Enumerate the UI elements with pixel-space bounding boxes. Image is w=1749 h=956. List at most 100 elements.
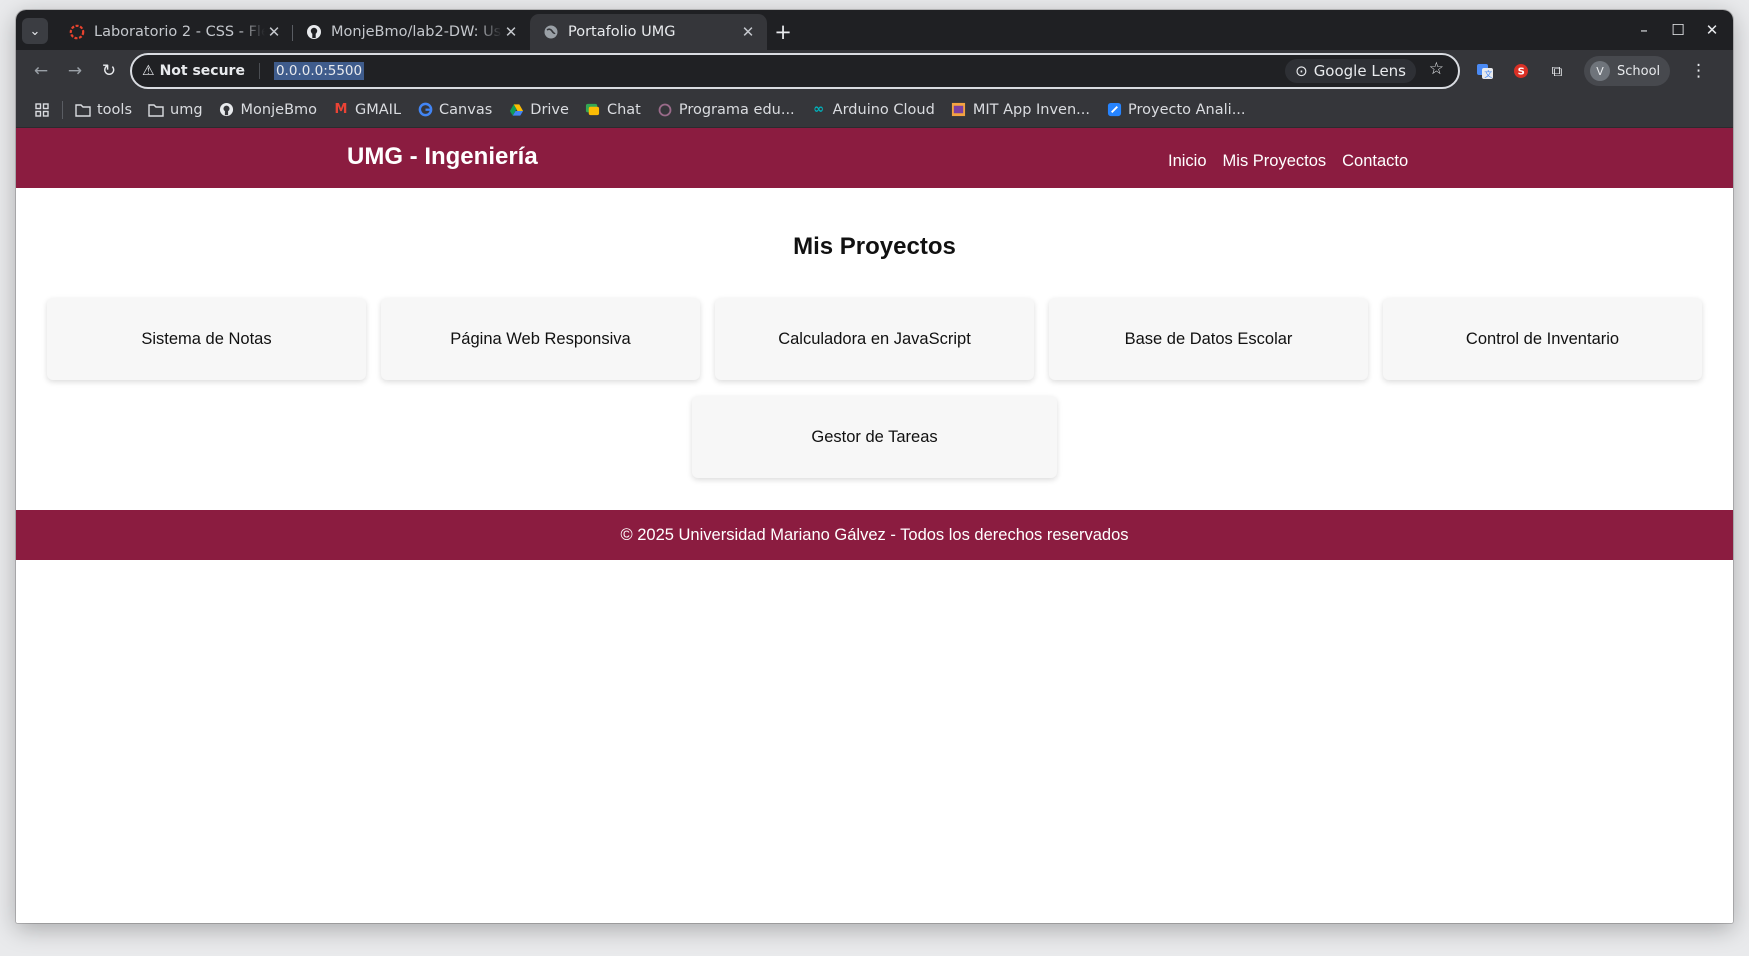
- tab-portafolio[interactable]: Portafolio UMG ✕: [530, 14, 767, 50]
- bookmark-monjebmo[interactable]: MonjeBmo: [211, 96, 325, 124]
- section-title: Mis Proyectos: [793, 233, 956, 260]
- tab-search-button[interactable]: ⌄: [22, 18, 48, 44]
- bookmark-proyecto[interactable]: Proyecto Anali...: [1098, 96, 1254, 124]
- bookmark-label: Arduino Cloud: [832, 101, 935, 118]
- extension-s-icon[interactable]: S: [1508, 58, 1534, 84]
- tab-laboratorio[interactable]: Laboratorio 2 - CSS - Flex ✕: [56, 14, 293, 50]
- project-card: Base de Datos Escolar: [1049, 298, 1368, 380]
- profile-label: School: [1617, 63, 1661, 79]
- bookmark-label: umg: [170, 101, 203, 118]
- arrow-left-icon: ←: [33, 61, 49, 81]
- page-viewport: UMG - Ingeniería Inicio Mis Proyectos Co…: [16, 128, 1733, 923]
- mit-icon: [951, 102, 967, 118]
- bookmark-tools[interactable]: tools: [67, 96, 140, 124]
- bookmark-umg[interactable]: umg: [140, 96, 211, 124]
- close-icon[interactable]: ✕: [265, 23, 283, 41]
- moodle-icon: [68, 24, 85, 41]
- tab-title: Laboratorio 2 - CSS - Flex: [94, 24, 265, 40]
- more-menu-icon[interactable]: ⋮: [1690, 61, 1707, 81]
- nav-link-contacto[interactable]: Contacto: [1342, 152, 1408, 171]
- github-icon: [305, 24, 322, 41]
- bookmark-label: MonjeBmo: [240, 101, 318, 118]
- browser-window: ⌄ Laboratorio 2 - CSS - Flex ✕ MonjeBmo/…: [16, 10, 1733, 923]
- extensions-puzzle-icon[interactable]: ⧉: [1544, 58, 1570, 84]
- bookmark-programa[interactable]: Programa edu...: [649, 96, 803, 124]
- security-label: Not secure: [159, 63, 245, 79]
- folder-icon: [75, 102, 91, 118]
- toolbar-actions: 文 S ⧉ V School ⋮: [1472, 56, 1707, 86]
- new-tab-button[interactable]: +: [767, 14, 799, 50]
- plus-icon: +: [774, 20, 792, 44]
- bookmark-star-icon[interactable]: ☆: [1429, 59, 1444, 79]
- chat-icon: [585, 102, 601, 118]
- site-header: UMG - Ingeniería Inicio Mis Proyectos Co…: [16, 128, 1733, 188]
- bookmark-label: Drive: [530, 101, 569, 118]
- bookmark-label: Proyecto Anali...: [1128, 101, 1246, 118]
- lens-label: Google Lens: [1313, 62, 1406, 80]
- back-button[interactable]: ←: [24, 54, 58, 88]
- project-card: Calculadora en JavaScript: [715, 298, 1034, 380]
- bookmark-canvas[interactable]: Canvas: [409, 96, 500, 124]
- avatar: V: [1590, 61, 1610, 81]
- arrow-right-icon: →: [67, 61, 83, 81]
- url-text[interactable]: 0.0.0.0:5500: [273, 62, 365, 80]
- nav-link-inicio[interactable]: Inicio: [1168, 152, 1207, 171]
- lens-icon: ⊙: [1295, 62, 1308, 80]
- close-window-icon[interactable]: ✕: [1697, 16, 1727, 44]
- site-footer: © 2025 Universidad Mariano Gálvez - Todo…: [16, 510, 1733, 560]
- projects-grid: Sistema de Notas Página Web Responsiva C…: [47, 298, 1702, 478]
- globe-icon: [542, 24, 559, 41]
- svg-text:文: 文: [1484, 69, 1492, 79]
- bookmark-drive[interactable]: Drive: [500, 96, 577, 124]
- profile-button[interactable]: V School: [1584, 56, 1671, 86]
- minimize-icon[interactable]: –: [1629, 16, 1659, 44]
- footer-text: © 2025 Universidad Mariano Gálvez - Todo…: [620, 525, 1129, 544]
- security-indicator[interactable]: ⚠ Not secure: [142, 63, 260, 79]
- warning-icon: ⚠: [142, 63, 155, 79]
- bookmark-label: GMAIL: [355, 101, 402, 118]
- tab-list: Laboratorio 2 - CSS - Flex ✕ MonjeBmo/la…: [56, 14, 799, 50]
- bookmark-label: tools: [97, 101, 133, 118]
- apps-grid-icon: [34, 102, 50, 118]
- address-bar[interactable]: ⚠ Not secure 0.0.0.0:5500 ⊙ Google Lens …: [130, 53, 1460, 89]
- bookmark-chat[interactable]: Chat: [577, 96, 649, 124]
- forward-button[interactable]: →: [58, 54, 92, 88]
- apps-button[interactable]: [26, 96, 58, 124]
- bookmark-label: Chat: [606, 101, 641, 118]
- folder-icon: [148, 102, 164, 118]
- bookmark-label: Programa edu...: [678, 101, 795, 118]
- project-card: Página Web Responsiva: [381, 298, 700, 380]
- svg-text:S: S: [1518, 67, 1525, 78]
- translate-icon[interactable]: 文: [1472, 58, 1498, 84]
- site-title: UMG - Ingeniería: [347, 143, 538, 170]
- project-card: Control de Inventario: [1383, 298, 1702, 380]
- tab-github[interactable]: MonjeBmo/lab2-DW: Uso ✕: [293, 14, 530, 50]
- close-icon[interactable]: ✕: [739, 23, 757, 41]
- bookmark-arduino[interactable]: ∞ Arduino Cloud: [803, 96, 943, 124]
- github-icon: [219, 102, 235, 118]
- tab-title: Portafolio UMG: [568, 24, 676, 40]
- bookmarks-bar: tools umg MonjeBmo M GMAIL Canvas Drive …: [16, 92, 1733, 128]
- project-card: Gestor de Tareas: [692, 396, 1057, 478]
- bookmark-label: MIT App Inven...: [972, 101, 1090, 118]
- drive-icon: [508, 102, 524, 118]
- nav-link-mis-proyectos[interactable]: Mis Proyectos: [1223, 152, 1327, 171]
- bookmarks-separator: [62, 100, 63, 119]
- arduino-icon: ∞: [813, 102, 825, 117]
- project-card: Sistema de Notas: [47, 298, 366, 380]
- bookmark-label: Canvas: [439, 101, 493, 118]
- maximize-icon[interactable]: ☐: [1663, 16, 1693, 44]
- bookmark-mit[interactable]: MIT App Inven...: [943, 96, 1098, 124]
- reload-button[interactable]: ↻: [92, 54, 126, 88]
- google-icon: [417, 102, 433, 118]
- tab-title: MonjeBmo/lab2-DW: Uso: [331, 24, 502, 40]
- bookmark-gmail[interactable]: M GMAIL: [325, 96, 409, 124]
- gmail-icon: M: [334, 102, 348, 117]
- site-nav: Inicio Mis Proyectos Contacto: [1168, 152, 1408, 171]
- circle-icon: [657, 102, 673, 118]
- chevron-down-icon: ⌄: [29, 23, 41, 39]
- google-lens-button[interactable]: ⊙ Google Lens: [1285, 59, 1416, 83]
- close-icon[interactable]: ✕: [502, 23, 520, 41]
- reload-icon: ↻: [101, 61, 117, 81]
- jira-icon: [1106, 102, 1122, 118]
